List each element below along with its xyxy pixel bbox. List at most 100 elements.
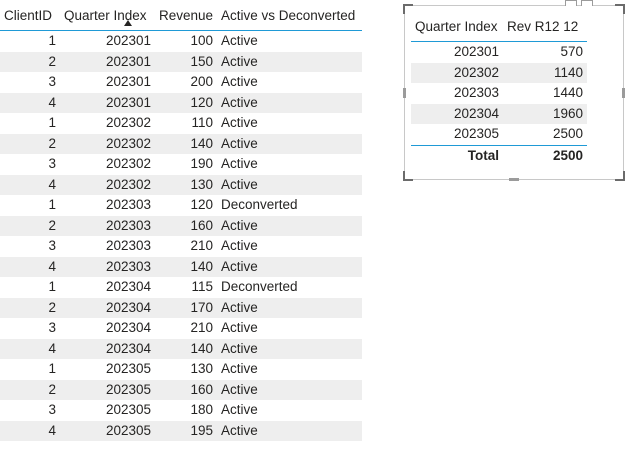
cell-revenue: 180 xyxy=(190,402,213,417)
cell-clientid: 3 xyxy=(48,156,56,171)
column-header-rev-r12[interactable]: Rev R12 12 xyxy=(503,11,587,42)
column-header-label: Quarter Index xyxy=(64,7,147,23)
cell-clientid: 4 xyxy=(0,174,60,195)
resize-handle-bottom[interactable] xyxy=(509,178,519,181)
table-row[interactable]: 2 202303 160 Active xyxy=(0,215,362,236)
cell-clientid: 1 xyxy=(48,197,56,212)
cell-quarter-index: 202304 xyxy=(60,338,155,359)
table-row[interactable]: 2 202304 170 Active xyxy=(0,297,362,318)
cell-status: Active xyxy=(221,402,258,417)
cell-revenue: 160 xyxy=(155,215,217,236)
cell-revenue: 130 xyxy=(155,174,217,195)
cell-clientid: 4 xyxy=(0,256,60,277)
cell-status: Deconverted xyxy=(221,197,298,212)
column-header-quarter-index[interactable]: Quarter Index xyxy=(60,0,155,31)
cell-rev-r12: 570 xyxy=(560,44,583,59)
cell-quarter-index: 202302 xyxy=(60,174,155,195)
cell-quarter-index: 202304 xyxy=(60,297,155,318)
cell-revenue: 210 xyxy=(190,320,213,335)
cell-status: Active xyxy=(221,74,258,89)
cell-clientid: 3 xyxy=(48,320,56,335)
table-row[interactable]: 202303 1440 xyxy=(411,83,587,104)
cell-clientid: 2 xyxy=(0,297,60,318)
cell-revenue: 100 xyxy=(190,33,213,48)
table-row[interactable]: 1 202301 100 Active xyxy=(0,31,362,52)
cell-quarter-index: 202303 xyxy=(60,256,155,277)
cell-clientid: 2 xyxy=(0,215,60,236)
table-row[interactable]: 3 202303 210 Active xyxy=(0,236,362,257)
rev-r12-table-visual[interactable]: Quarter Index Rev R12 12 202301 570 202302… xyxy=(403,0,625,181)
total-label: Total xyxy=(467,147,499,163)
table-header-row: Quarter Index Rev R12 12 xyxy=(411,11,587,42)
cell-revenue: 150 xyxy=(155,51,217,72)
cell-clientid: 4 xyxy=(0,420,60,441)
cell-status: Active xyxy=(217,174,362,195)
table-row[interactable]: 4 202301 120 Active xyxy=(0,92,362,113)
cell-revenue: 210 xyxy=(190,238,213,253)
cell-quarter-index: 202303 xyxy=(105,238,151,253)
cell-clientid: 3 xyxy=(48,74,56,89)
cell-quarter-index: 202303 xyxy=(105,197,151,212)
table-row[interactable]: 202304 1960 xyxy=(411,103,587,124)
cell-status: Deconverted xyxy=(221,279,298,294)
cell-status: Active xyxy=(217,379,362,400)
cell-rev-r12: 1440 xyxy=(552,85,583,100)
sort-ascending-icon[interactable] xyxy=(124,20,132,26)
resize-handle-top-right[interactable] xyxy=(615,4,625,14)
table-body: 1 202301 100 Active 2 202301 150 Active 3 202301 2… xyxy=(0,31,362,441)
cell-clientid: 1 xyxy=(48,279,56,294)
cell-quarter-index: 202301 xyxy=(60,51,155,72)
table-body: 202301 570 202302 1140 202303 1440 202304 1960 2… xyxy=(411,42,587,146)
column-header-quarter-index[interactable]: Quarter Index xyxy=(411,11,503,42)
cell-quarter-index: 202305 xyxy=(105,402,151,417)
resize-handle-left[interactable] xyxy=(403,88,406,98)
cell-status: Active xyxy=(217,215,362,236)
cell-clientid: 2 xyxy=(0,133,60,154)
cell-status: Active xyxy=(217,133,362,154)
cell-quarter-index: 202301 xyxy=(60,92,155,113)
table-row[interactable]: 3 202301 200 Active xyxy=(0,72,362,93)
table-row[interactable]: 3 202304 210 Active xyxy=(0,318,362,339)
cell-quarter-index: 202302 xyxy=(105,156,151,171)
table-row[interactable]: 2 202305 160 Active xyxy=(0,379,362,400)
total-row: Total 2500 xyxy=(411,145,587,166)
table-row[interactable]: 202301 570 xyxy=(411,42,587,63)
cell-status: Active xyxy=(217,51,362,72)
cell-quarter-index: 202303 xyxy=(453,85,499,100)
table-row[interactable]: 1 202302 110 Active xyxy=(0,113,362,134)
column-header-clientid[interactable]: ClientID xyxy=(0,0,60,31)
table-row[interactable]: 3 202305 180 Active xyxy=(0,400,362,421)
cell-quarter-index: 202304 xyxy=(105,320,151,335)
cell-revenue: 200 xyxy=(190,74,213,89)
table-row[interactable]: 4 202303 140 Active xyxy=(0,256,362,277)
client-revenue-table[interactable]: ClientID Quarter Index Revenue Active vs… xyxy=(0,0,362,441)
table-row[interactable]: 4 202305 195 Active xyxy=(0,420,362,441)
column-header-active-vs-deconverted[interactable]: Active vs Deconverted xyxy=(217,0,362,31)
table-row[interactable]: 202305 2500 xyxy=(411,124,587,145)
cell-revenue: 195 xyxy=(155,420,217,441)
resize-handle-right[interactable] xyxy=(622,88,625,98)
table-row[interactable]: 202302 1140 xyxy=(411,62,587,83)
table-row[interactable]: 3 202302 190 Active xyxy=(0,154,362,175)
cell-revenue: 160 xyxy=(155,379,217,400)
cell-quarter-index: 202305 xyxy=(60,379,155,400)
table-header-row: ClientID Quarter Index Revenue Active vs… xyxy=(0,0,362,31)
cell-revenue: 120 xyxy=(155,92,217,113)
table-row[interactable]: 2 202302 140 Active xyxy=(0,133,362,154)
cell-status: Active xyxy=(221,361,258,376)
table-row[interactable]: 1 202304 115 Deconverted xyxy=(0,277,362,298)
cell-clientid: 1 xyxy=(48,361,56,376)
cell-status: Active xyxy=(221,238,258,253)
cell-clientid: 4 xyxy=(0,92,60,113)
table-row[interactable]: 1 202303 120 Deconverted xyxy=(0,195,362,216)
column-header-revenue[interactable]: Revenue xyxy=(155,0,217,31)
table-row[interactable]: 1 202305 130 Active xyxy=(0,359,362,380)
cell-status: Active xyxy=(217,338,362,359)
table-row[interactable]: 4 202304 140 Active xyxy=(0,338,362,359)
resize-handle-bottom-right[interactable] xyxy=(615,171,625,181)
table-row[interactable]: 2 202301 150 Active xyxy=(0,51,362,72)
resize-handle-bottom-left[interactable] xyxy=(403,171,413,181)
cell-quarter-index: 202304 xyxy=(105,279,151,294)
table-row[interactable]: 4 202302 130 Active xyxy=(0,174,362,195)
cell-quarter-index: 202305 xyxy=(105,361,151,376)
